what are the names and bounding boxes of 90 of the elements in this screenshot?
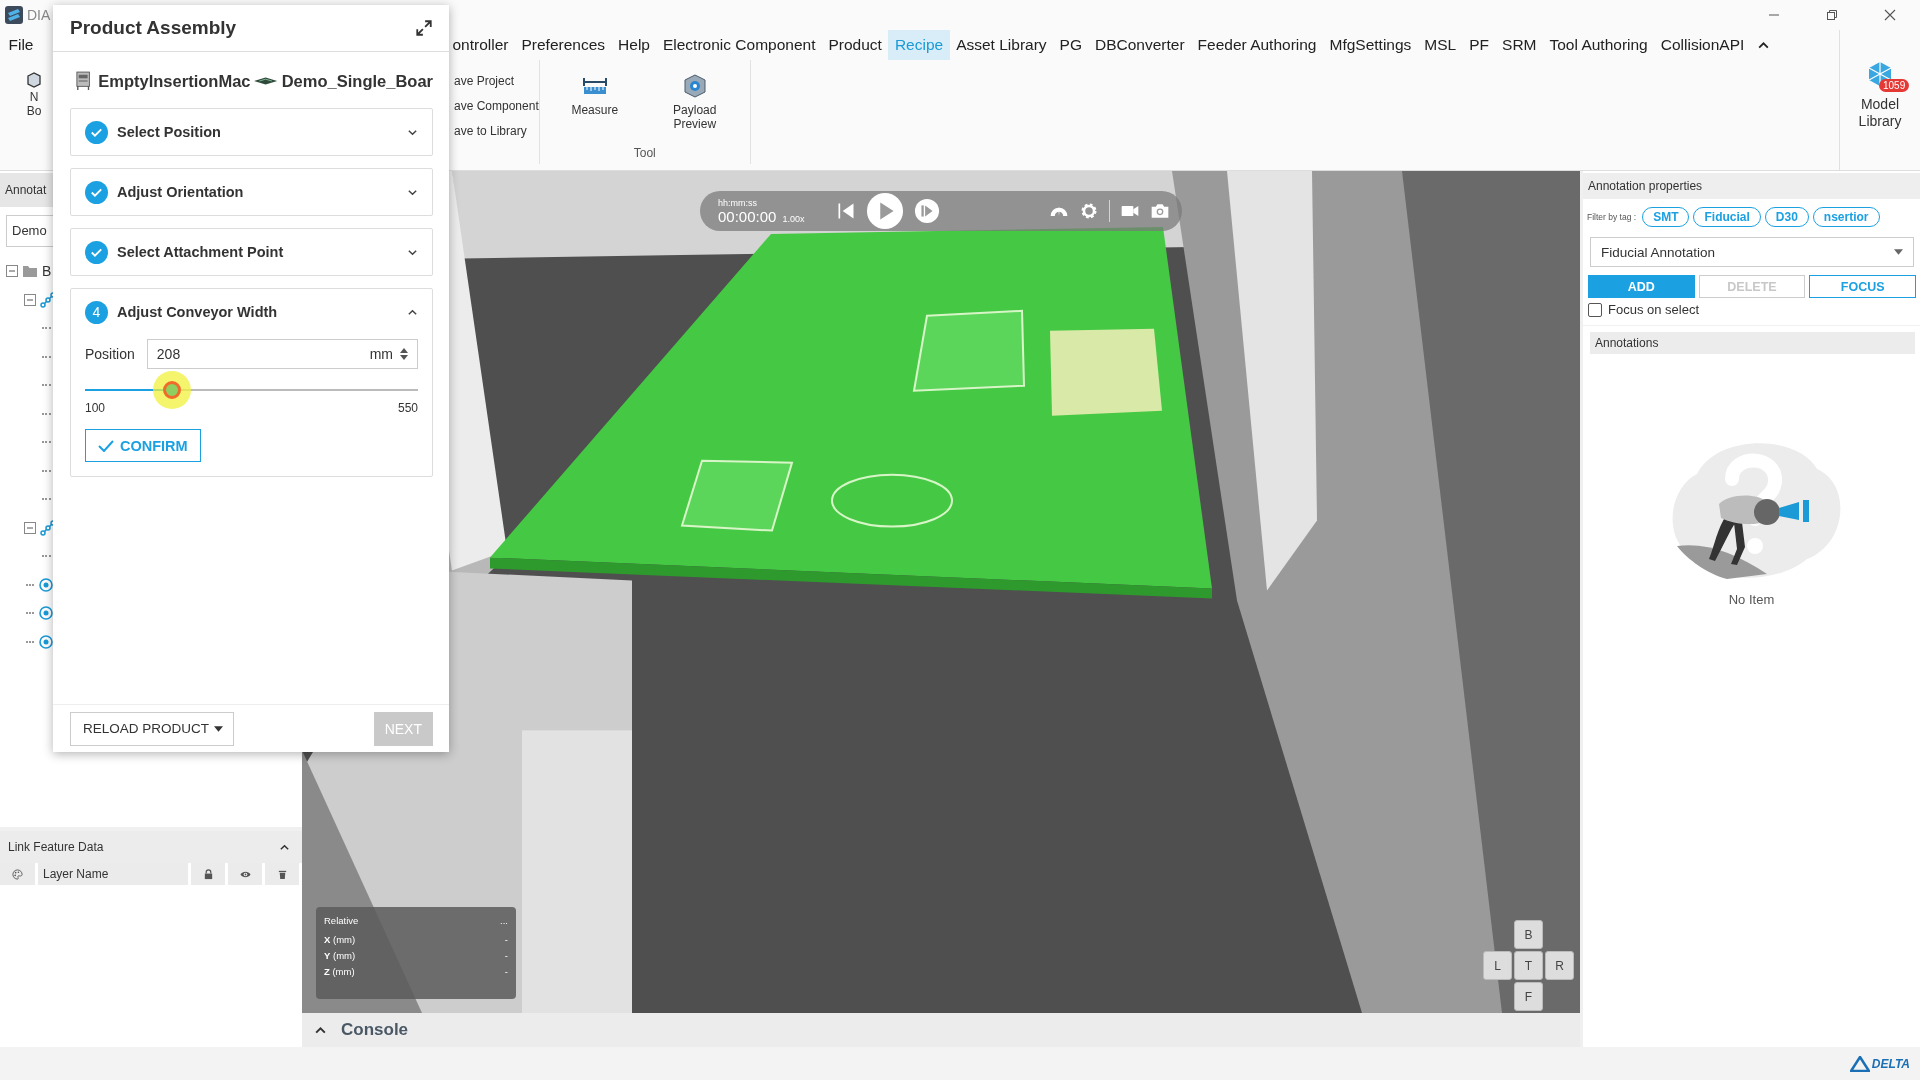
menu-item[interactable]: Preferences bbox=[515, 30, 612, 60]
annotation-type-dropdown[interactable]: Fiducial Annotation bbox=[1590, 237, 1914, 267]
menu-item[interactable]: Help bbox=[611, 30, 657, 60]
machine-icon bbox=[76, 70, 91, 92]
folder-icon bbox=[22, 263, 38, 280]
reload-product-button[interactable]: RELOAD PRODUCT bbox=[70, 711, 234, 746]
step-header[interactable]: 4 Adjust Conveyor Width bbox=[71, 289, 432, 335]
target-icon bbox=[38, 605, 54, 622]
checkbox[interactable] bbox=[1588, 302, 1602, 317]
time-format-label: hh:mm:ss bbox=[718, 197, 758, 208]
ribbon-button[interactable]: N Bo bbox=[0, 60, 46, 170]
view-cube-face[interactable]: R bbox=[1545, 951, 1574, 980]
panel-title: Link Feature Data bbox=[8, 840, 104, 854]
group-label: Tool bbox=[633, 146, 656, 160]
step-header[interactable]: Adjust Orientation bbox=[71, 169, 432, 215]
panel-title: Relative bbox=[324, 915, 359, 926]
menu-item[interactable]: Electronic Component bbox=[656, 30, 822, 60]
menu-item[interactable]: Feeder Authoring bbox=[1191, 30, 1323, 60]
expand-icon[interactable] bbox=[415, 19, 433, 37]
tool-button[interactable]: Payload Preview bbox=[661, 72, 728, 131]
menu-item[interactable]: PG bbox=[1053, 30, 1089, 60]
console-title[interactable]: Console bbox=[341, 1020, 409, 1040]
axis-label: Y (mm) bbox=[324, 950, 356, 961]
palette-icon bbox=[12, 868, 23, 880]
app-logo-icon bbox=[4, 5, 24, 25]
product-name: Demo_Single_Boar bbox=[281, 71, 433, 91]
play-icon[interactable] bbox=[866, 192, 904, 230]
step-header[interactable]: Select Position bbox=[71, 109, 432, 155]
model-library-button[interactable]: 1059 Model Library bbox=[1839, 30, 1920, 170]
menu-item[interactable]: File bbox=[2, 30, 40, 60]
view-cube-face[interactable]: T bbox=[1514, 951, 1543, 980]
time-readout: 00:00:00 bbox=[718, 207, 777, 225]
column-header[interactable]: Layer Name bbox=[43, 867, 109, 881]
app-title: DIA bbox=[27, 7, 51, 23]
settings-icon[interactable] bbox=[1079, 201, 1099, 221]
machine-name: EmptyInsertionMac bbox=[98, 71, 251, 91]
camera-icon[interactable] bbox=[1150, 201, 1170, 221]
company-logo: DELTA bbox=[1849, 1055, 1910, 1072]
tree-item-label[interactable]: B bbox=[42, 263, 52, 280]
section-header: Annotations bbox=[1590, 332, 1915, 354]
triangle-logo-icon bbox=[1849, 1055, 1870, 1072]
filter-label: Filter by tag : bbox=[1587, 212, 1637, 222]
axis-label: X (mm) bbox=[324, 934, 356, 945]
ribbon-action[interactable]: ave Project bbox=[454, 74, 539, 88]
panel-title: Annotation properties bbox=[1583, 173, 1920, 199]
tool-button[interactable]: Measure bbox=[561, 72, 628, 131]
ribbon-action[interactable]: ave Component bbox=[454, 99, 539, 113]
target-icon bbox=[38, 633, 54, 650]
more-menu[interactable]: ... bbox=[500, 915, 508, 926]
step-number: 4 bbox=[85, 300, 108, 324]
checkbox-label[interactable]: Focus on select bbox=[1608, 302, 1700, 317]
trash-icon bbox=[276, 868, 288, 880]
axis-label: Z (mm) bbox=[324, 966, 355, 977]
cube-icon bbox=[24, 70, 44, 90]
spinner-arrows-icon[interactable] bbox=[399, 347, 409, 361]
view-cube-face[interactable]: B bbox=[1514, 920, 1543, 949]
menu-item[interactable]: DBConverter bbox=[1088, 30, 1192, 60]
restore-icon[interactable] bbox=[1826, 9, 1838, 21]
axis-value: - bbox=[504, 966, 508, 977]
menu-item[interactable]: ontroller bbox=[446, 30, 515, 60]
dropdown-caret-icon bbox=[1894, 249, 1903, 255]
circuit-board-icon bbox=[254, 76, 278, 86]
view-cube-face[interactable]: F bbox=[1514, 982, 1543, 1011]
number-input-field[interactable]: 208 mm bbox=[146, 339, 418, 369]
ribbon-action[interactable]: ave to Library bbox=[454, 124, 539, 138]
field-label: Position bbox=[85, 346, 135, 362]
menu-item[interactable]: MSL bbox=[1417, 30, 1463, 60]
step-header[interactable]: Select Attachment Point bbox=[71, 229, 432, 275]
count-badge: 1059 bbox=[1879, 79, 1910, 92]
step-forward-icon[interactable] bbox=[914, 198, 940, 224]
view-cube-face[interactable]: L bbox=[1483, 951, 1512, 980]
slider-max-label: 550 bbox=[397, 401, 418, 415]
menu-item[interactable]: PF bbox=[1462, 30, 1496, 60]
lock-icon bbox=[202, 868, 214, 880]
target-icon bbox=[38, 576, 54, 593]
empty-message: No Item bbox=[1728, 592, 1775, 607]
menu-item[interactable]: Tool Authoring bbox=[1543, 30, 1655, 60]
menu-item[interactable]: Product bbox=[821, 30, 889, 60]
axis-value: - bbox=[504, 950, 508, 961]
slider-min-label: 100 bbox=[85, 401, 106, 415]
menu-item[interactable]: CollisionAPI bbox=[1654, 30, 1751, 60]
skip-back-icon[interactable] bbox=[836, 201, 856, 221]
menu-item[interactable]: SRM bbox=[1495, 30, 1543, 60]
axis-value: - bbox=[504, 934, 508, 945]
dropdown-caret-icon bbox=[214, 725, 223, 732]
dialog-title: Product Assembly bbox=[70, 17, 237, 39]
menu-item[interactable]: Asset Library bbox=[949, 30, 1054, 60]
close-icon[interactable] bbox=[1884, 9, 1896, 21]
menu-item[interactable]: MfgSettings bbox=[1323, 30, 1418, 60]
check-icon bbox=[98, 439, 114, 452]
